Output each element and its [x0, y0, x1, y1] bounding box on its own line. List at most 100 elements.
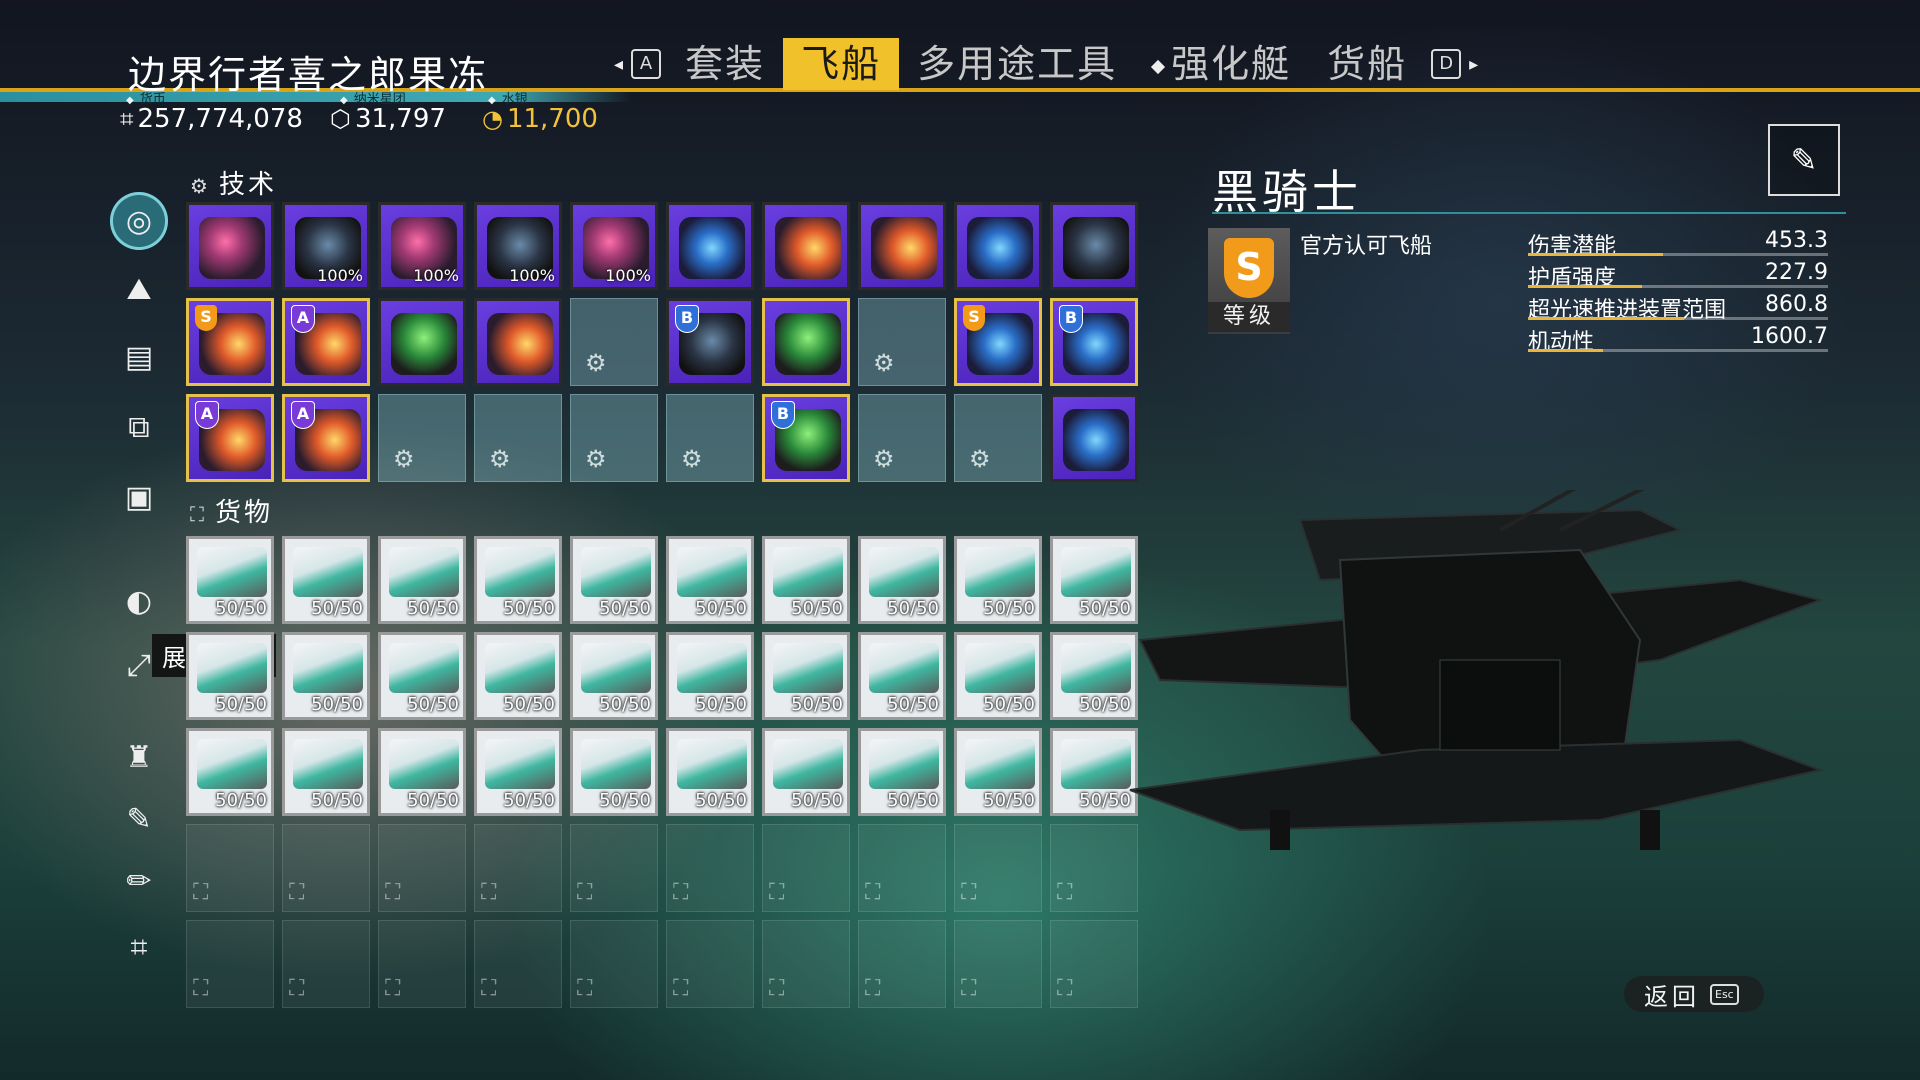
gear-icon: ⚙ [489, 445, 511, 473]
arrow-left-icon[interactable]: ◂ [614, 54, 623, 75]
cargo-slot[interactable]: 50/50 [378, 632, 466, 720]
cargo-slot[interactable]: 50/50 [666, 536, 754, 624]
cargo-slot[interactable]: 50/50 [474, 632, 562, 720]
stack-quantity: 50/50 [599, 790, 651, 811]
empty-cargo-slot[interactable]: ⛶ [474, 824, 562, 912]
cargo-slot[interactable]: 50/50 [954, 728, 1042, 816]
cargo-slot[interactable]: 50/50 [954, 632, 1042, 720]
cargo-slot[interactable]: 50/50 [666, 632, 754, 720]
cargo-slot[interactable]: 50/50 [474, 536, 562, 624]
cargo-slot[interactable]: 50/50 [378, 728, 466, 816]
empty-cargo-slot[interactable]: ⛶ [666, 824, 754, 912]
cargo-slot[interactable]: 50/50 [474, 728, 562, 816]
cargo-slot[interactable]: 50/50 [186, 728, 274, 816]
cargo-slot[interactable]: 50/50 [954, 536, 1042, 624]
units-nav-icon[interactable]: ⌗ [110, 918, 168, 976]
empty-tech-slot[interactable]: ⚙ [570, 298, 658, 386]
tech-slot[interactable] [378, 298, 466, 386]
empty-cargo-slot[interactable]: ⛶ [954, 824, 1042, 912]
tech-slot[interactable] [186, 202, 274, 290]
tech-slot[interactable]: S [954, 298, 1042, 386]
cargo-slot[interactable]: 50/50 [762, 536, 850, 624]
cargo-slot[interactable]: 50/50 [762, 728, 850, 816]
tech-slot[interactable]: B [1050, 298, 1138, 386]
cargo-slot[interactable]: 50/50 [378, 536, 466, 624]
tech-slot[interactable] [1050, 202, 1138, 290]
empty-tech-slot[interactable]: ⚙ [858, 394, 946, 482]
tech-slot[interactable] [858, 202, 946, 290]
empty-cargo-slot[interactable]: ⛶ [570, 824, 658, 912]
cargo-slot[interactable]: 50/50 [666, 728, 754, 816]
currency-nanites: ⬡ 31,797 [330, 104, 446, 134]
cargo-slot[interactable]: 50/50 [282, 728, 370, 816]
tech-slot[interactable]: A [282, 298, 370, 386]
cargo-slot[interactable]: 50/50 [570, 728, 658, 816]
empty-cargo-slot[interactable]: ⛶ [762, 824, 850, 912]
tech-slot[interactable]: A [186, 394, 274, 482]
stat-row: 机动性 1600.7 [1528, 322, 1828, 355]
planet-icon[interactable]: ⛰ [110, 260, 168, 318]
empty-tech-slot[interactable]: ⚙ [378, 394, 466, 482]
clean-icon[interactable]: ✎ [110, 790, 168, 848]
empty-tech-slot[interactable]: ⚙ [474, 394, 562, 482]
transfer-icon[interactable]: ⧉ [110, 398, 168, 456]
tech-slot[interactable]: 100% [570, 202, 658, 290]
tab-exosuit[interactable]: 套装 [667, 38, 783, 90]
cargo-slot[interactable]: 50/50 [282, 632, 370, 720]
rename-button[interactable]: ✎ [1768, 124, 1840, 196]
empty-tech-slot[interactable]: ⚙ [954, 394, 1042, 482]
cargo-slot[interactable]: 50/50 [186, 632, 274, 720]
empty-cargo-slot[interactable]: ⛶ [570, 920, 658, 1008]
tab-starship[interactable]: 飞船 [783, 38, 900, 90]
tech-slot[interactable]: 100% [378, 202, 466, 290]
tech-slot[interactable]: S [186, 298, 274, 386]
empty-cargo-slot[interactable]: ⛶ [378, 824, 466, 912]
empty-cargo-slot[interactable]: ⛶ [282, 824, 370, 912]
arrow-right-icon[interactable]: ▸ [1469, 54, 1478, 75]
tech-slot[interactable]: B [666, 298, 754, 386]
empty-cargo-slot[interactable]: ⛶ [954, 920, 1042, 1008]
empty-cargo-slot[interactable]: ⛶ [282, 920, 370, 1008]
empty-cargo-slot[interactable]: ⛶ [1050, 920, 1138, 1008]
empty-cargo-slot[interactable]: ⛶ [378, 920, 466, 1008]
catalog-icon[interactable]: ▣ [110, 468, 168, 526]
empty-cargo-slot[interactable]: ⛶ [858, 824, 946, 912]
tech-slot[interactable] [954, 202, 1042, 290]
tech-slot[interactable]: 100% [282, 202, 370, 290]
empty-cargo-slot[interactable]: ⛶ [666, 920, 754, 1008]
empty-cargo-slot[interactable]: ⛶ [474, 920, 562, 1008]
cargo-slot[interactable]: 50/50 [186, 536, 274, 624]
cargo-slot[interactable]: 50/50 [282, 536, 370, 624]
empty-slot-icon: ⛶ [673, 880, 689, 905]
storage-icon[interactable]: ▤ [110, 328, 168, 386]
back-button[interactable]: 返回 Esc [1624, 976, 1764, 1012]
cargo-slot[interactable]: 50/50 [762, 632, 850, 720]
empty-cargo-slot[interactable]: ⛶ [186, 920, 274, 1008]
empty-tech-slot[interactable]: ⚙ [666, 394, 754, 482]
empty-cargo-slot[interactable]: ⛶ [762, 920, 850, 1008]
tab-freighter[interactable]: 货船 [1309, 38, 1425, 90]
empty-cargo-slot[interactable]: ⛶ [858, 920, 946, 1008]
cargo-slot[interactable]: 50/50 [858, 632, 946, 720]
ship-icon[interactable]: ◎ [110, 192, 168, 250]
tech-slot[interactable]: 100% [474, 202, 562, 290]
tech-slot[interactable] [762, 202, 850, 290]
cargo-slot[interactable]: 50/50 [570, 536, 658, 624]
cargo-slot[interactable]: 50/50 [570, 632, 658, 720]
tech-slot[interactable] [474, 298, 562, 386]
tech-slot[interactable] [1050, 394, 1138, 482]
cargo-slot[interactable]: 50/50 [858, 536, 946, 624]
tech-slot[interactable] [762, 298, 850, 386]
tech-slot[interactable] [666, 202, 754, 290]
tab-exocraft[interactable]: 强化艇 [1135, 38, 1309, 90]
empty-tech-slot[interactable]: ⚙ [858, 298, 946, 386]
cargo-slot[interactable]: 50/50 [858, 728, 946, 816]
expand-icon[interactable]: ◐ [110, 572, 168, 630]
tech-slot[interactable]: A [282, 394, 370, 482]
empty-cargo-slot[interactable]: ⛶ [186, 824, 274, 912]
suit-icon[interactable]: ♜ [110, 728, 168, 786]
tab-multitool[interactable]: 多用途工具 [899, 38, 1135, 90]
tech-slot[interactable]: B [762, 394, 850, 482]
edit-icon[interactable]: ✏ [110, 852, 168, 910]
empty-tech-slot[interactable]: ⚙ [570, 394, 658, 482]
